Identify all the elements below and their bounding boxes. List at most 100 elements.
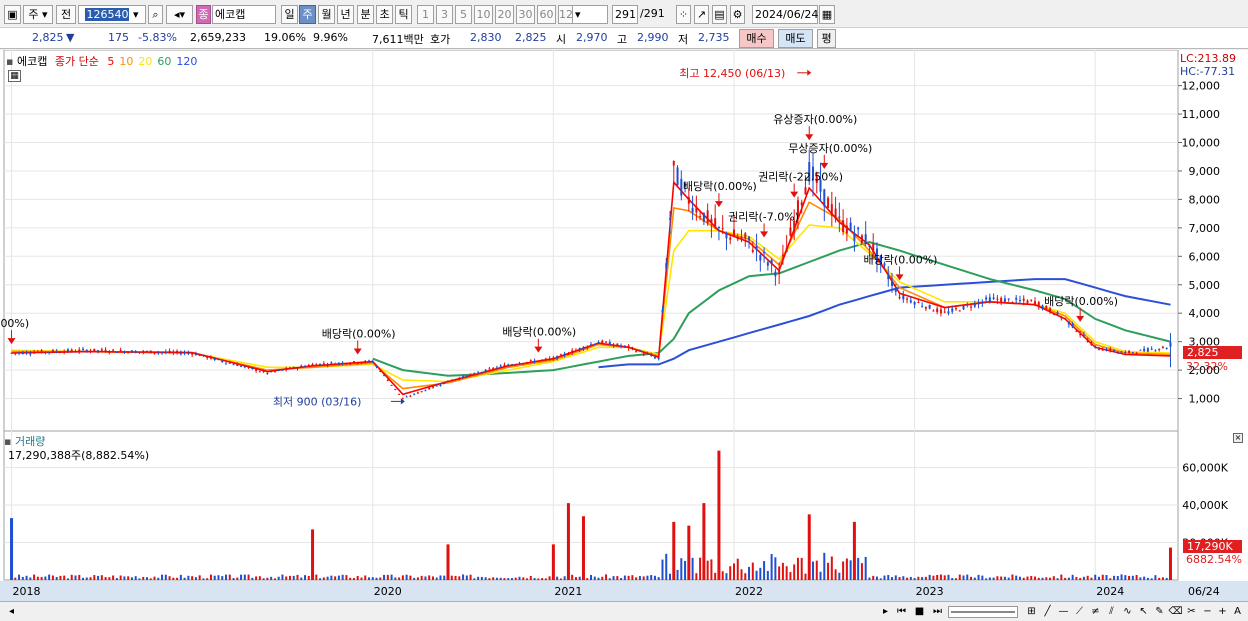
volume-bar bbox=[74, 575, 77, 580]
interval-button-20[interactable]: 20 bbox=[495, 5, 514, 24]
channel-icon[interactable]: ⫽ bbox=[1104, 604, 1119, 619]
price-tick-label: 8,000 bbox=[1189, 193, 1221, 206]
period-tab-3[interactable]: 년 bbox=[337, 5, 354, 24]
stock-name-field[interactable]: 에코캡 bbox=[212, 5, 276, 24]
interval-button-5[interactable]: 5 bbox=[455, 5, 472, 24]
period-tab-0[interactable]: 일 bbox=[281, 5, 298, 24]
volume-bar bbox=[424, 576, 427, 580]
stop-icon[interactable]: ■ bbox=[912, 604, 927, 619]
candle-body bbox=[954, 308, 957, 310]
period-tab-2[interactable]: 월 bbox=[318, 5, 335, 24]
interval-button-3[interactable]: 3 bbox=[436, 5, 453, 24]
candle-body bbox=[273, 371, 276, 373]
candle-body bbox=[480, 372, 483, 374]
interval-select[interactable]: ▾ bbox=[572, 5, 608, 24]
volume-bar bbox=[1124, 575, 1127, 580]
volume-bar bbox=[488, 578, 491, 580]
candle-body bbox=[33, 352, 36, 354]
buy-button[interactable]: 매수 bbox=[739, 29, 774, 48]
forward-icon[interactable]: ⏭ bbox=[930, 604, 945, 619]
text-tool-icon[interactable]: A bbox=[1230, 604, 1245, 619]
period-tab-1[interactable]: 주 bbox=[299, 5, 316, 24]
calendar-icon[interactable]: ▦ bbox=[819, 5, 835, 24]
period-tab-6[interactable]: 틱 bbox=[395, 5, 412, 24]
candle-body bbox=[258, 371, 261, 373]
volume-bar bbox=[842, 561, 845, 580]
volume-bar bbox=[985, 578, 988, 580]
arrow-icon[interactable]: ↗ bbox=[694, 5, 709, 24]
interval-button-1[interactable]: 1 bbox=[417, 5, 434, 24]
period-tab-4[interactable]: 분 bbox=[357, 5, 374, 24]
scroll-left-icon[interactable]: ◂ bbox=[4, 604, 19, 619]
scissor-icon[interactable]: ✂ bbox=[1184, 604, 1199, 619]
interval-button-10[interactable]: 10 bbox=[474, 5, 493, 24]
volume-bar bbox=[578, 576, 581, 580]
speaker-icon[interactable]: ◂▾ bbox=[166, 5, 193, 24]
count-current-field[interactable]: 291 bbox=[612, 5, 638, 24]
volume-bar bbox=[462, 574, 465, 580]
zoom-slider[interactable] bbox=[948, 606, 1018, 618]
volume-tag: 17,290K bbox=[1183, 540, 1242, 553]
wave-icon[interactable]: ∿ bbox=[1120, 604, 1135, 619]
volume-bar bbox=[104, 577, 107, 580]
candle-body bbox=[544, 358, 547, 360]
event-annotation: 무상증자(0.00%) bbox=[788, 142, 872, 155]
candle-body bbox=[748, 236, 751, 241]
search-icon[interactable]: ⌕ bbox=[148, 5, 163, 24]
dividend-marker-icon bbox=[790, 191, 799, 198]
window-icon[interactable]: ▣ bbox=[4, 5, 21, 24]
date-field[interactable]: 2024/06/24 bbox=[752, 5, 818, 24]
eval-button[interactable]: 평 bbox=[817, 29, 836, 48]
period-select[interactable]: 주 ▾ bbox=[23, 5, 53, 24]
volume-bar bbox=[1154, 575, 1157, 580]
candle-body bbox=[939, 309, 942, 314]
candle-body bbox=[593, 343, 596, 345]
volume-bar bbox=[796, 557, 799, 580]
candle-body bbox=[172, 351, 175, 353]
scroll-right-icon[interactable]: ▸ bbox=[878, 604, 893, 619]
pen-icon[interactable]: ✎ bbox=[1152, 604, 1167, 619]
candle-body bbox=[732, 229, 735, 237]
save-icon[interactable]: ▤ bbox=[712, 5, 727, 24]
code-input[interactable]: 126540 ▾ bbox=[78, 5, 146, 24]
toolbar: ▣ 주 ▾ 전 126540 ▾ ⌕ ◂▾ 종 에코캡 일주월년분초틱 1351… bbox=[0, 0, 1248, 28]
fibo-icon[interactable]: ≠ bbox=[1088, 604, 1103, 619]
close-icon[interactable]: × bbox=[1233, 433, 1243, 443]
hline-icon[interactable]: — bbox=[1056, 604, 1071, 619]
interval-button-60[interactable]: 60 bbox=[537, 5, 556, 24]
volume-bar bbox=[1056, 578, 1059, 580]
minus-icon[interactable]: − bbox=[1200, 604, 1215, 619]
plus-icon[interactable]: + bbox=[1215, 604, 1230, 619]
volume-bar bbox=[115, 578, 118, 580]
candle-body bbox=[996, 298, 999, 300]
candle-body bbox=[518, 363, 521, 365]
sell-button[interactable]: 매도 bbox=[778, 29, 813, 48]
crosshair-icon[interactable]: ⊞ bbox=[1024, 604, 1039, 619]
dividend-marker-icon bbox=[353, 348, 362, 355]
line-icon[interactable]: ╱ bbox=[1040, 604, 1055, 619]
volume-bar bbox=[108, 577, 111, 580]
candle-body bbox=[409, 395, 412, 397]
high-annotation: 최고 12,450 (06/13) bbox=[679, 67, 785, 80]
candle-body bbox=[736, 237, 739, 240]
chart-canvas[interactable]: 락(0.00%)배당락(0.00%)배당락(0.00%)배당락(0.00%)권리… bbox=[0, 50, 1248, 602]
chart-area[interactable]: 락(0.00%)배당락(0.00%)배당락(0.00%)배당락(0.00%)권리… bbox=[0, 50, 1248, 602]
volume-bar bbox=[751, 562, 754, 580]
period-tab-5[interactable]: 초 bbox=[376, 5, 393, 24]
prev-button[interactable]: 전 bbox=[56, 5, 76, 24]
candle-body bbox=[556, 355, 559, 359]
dots-icon[interactable]: ⁘ bbox=[676, 5, 691, 24]
cursor-icon[interactable]: ↖ bbox=[1136, 604, 1151, 619]
candle-body bbox=[913, 301, 916, 305]
gear-icon[interactable]: ⚙ bbox=[730, 5, 745, 24]
volume-bar bbox=[97, 575, 100, 580]
scroll-bar[interactable]: ◂ ▸ ⏮ ■ ⏭ ⊞ ╱ — ⟋ ≠ ⫽ ∿ ↖ ✎ ⌫ ✂ − + A bbox=[0, 601, 1248, 621]
table-toggle-icon[interactable]: ▦ bbox=[8, 70, 21, 82]
trend-icon[interactable]: ⟋ bbox=[1072, 604, 1087, 619]
erase-icon[interactable]: ⌫ bbox=[1168, 604, 1183, 619]
candle-body bbox=[386, 380, 389, 382]
interval-button-30[interactable]: 30 bbox=[516, 5, 535, 24]
volume-percent-tag: 6882.54% bbox=[1186, 553, 1242, 566]
volume-spike-bar bbox=[687, 525, 691, 580]
rewind-icon[interactable]: ⏮ bbox=[894, 604, 909, 619]
